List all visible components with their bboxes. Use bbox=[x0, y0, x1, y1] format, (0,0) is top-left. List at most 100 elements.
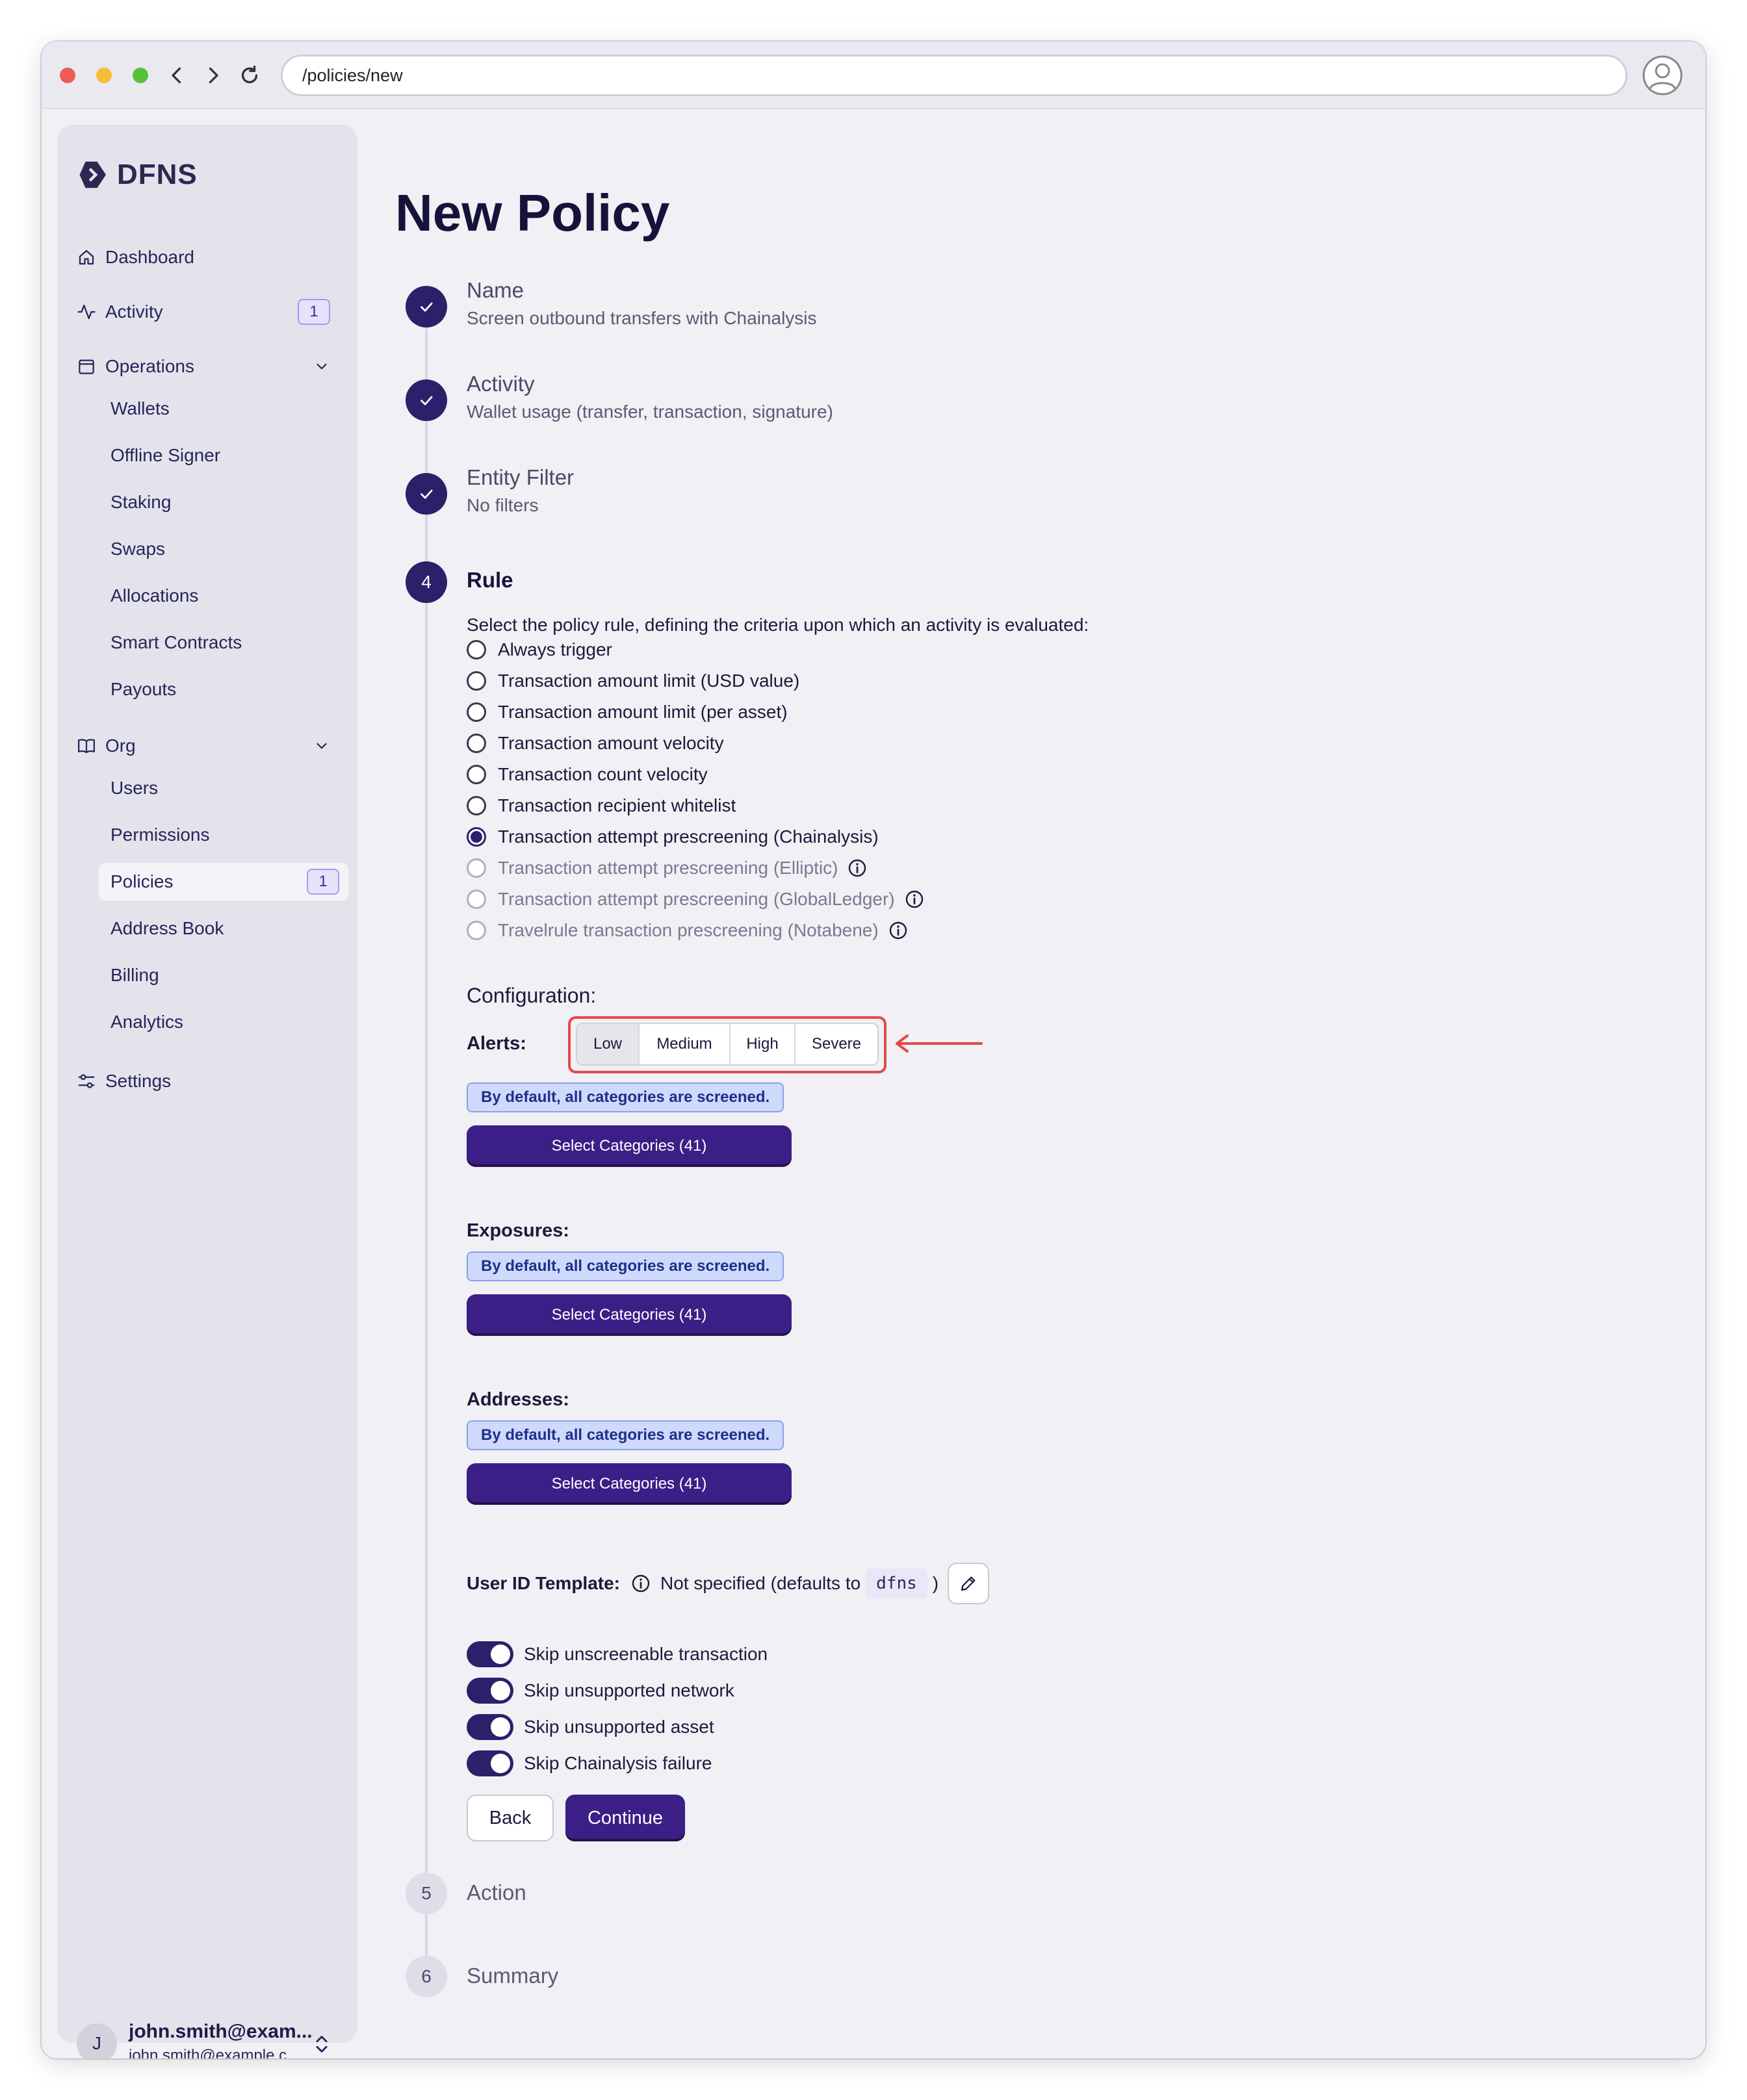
rule-option-label: Transaction attempt prescreening (Ellipt… bbox=[498, 858, 838, 878]
toggle-skip-unsupported-asset[interactable]: Skip unsupported asset bbox=[467, 1713, 714, 1741]
sidebar-item-payouts[interactable]: Payouts bbox=[99, 671, 348, 708]
toggle-skip-unsupported-network[interactable]: Skip unsupported network bbox=[467, 1676, 734, 1705]
user-name: john.smith@exam... bbox=[129, 2021, 313, 2042]
rule-option-count-velocity[interactable]: Transaction count velocity bbox=[467, 762, 708, 788]
sidebar-item-label: Policies bbox=[110, 871, 174, 891]
dfns-logo[interactable]: DFNS bbox=[77, 157, 198, 192]
step-3-complete-indicator bbox=[406, 473, 447, 515]
sidebar-item-address-book[interactable]: Address Book bbox=[99, 910, 348, 947]
minimize-window-dot[interactable] bbox=[96, 68, 112, 83]
alert-level-low[interactable]: Low bbox=[577, 1024, 640, 1064]
sidebar-item-analytics[interactable]: Analytics bbox=[99, 1003, 348, 1041]
account-icon[interactable] bbox=[1642, 55, 1683, 96]
sidebar: DFNS Dashboard Activity 1 Operations Wal… bbox=[57, 125, 357, 2058]
step-3-title[interactable]: Entity Filter bbox=[467, 465, 574, 490]
sidebar-item-policies[interactable]: Policies 1 bbox=[99, 863, 348, 901]
rule-option-amount-limit-asset[interactable]: Transaction amount limit (per asset) bbox=[467, 699, 788, 725]
continue-button[interactable]: Continue bbox=[565, 1795, 685, 1841]
user-id-template-default-code: dfns bbox=[866, 1569, 927, 1598]
radio-button[interactable] bbox=[467, 765, 486, 784]
rule-option-label: Always trigger bbox=[498, 639, 612, 659]
user-id-template-close-paren: ) bbox=[932, 1573, 939, 1593]
sidebar-item-offline-signer[interactable]: Offline Signer bbox=[99, 437, 348, 474]
sidebar-item-billing[interactable]: Billing bbox=[99, 956, 348, 994]
chevron-down-icon[interactable] bbox=[313, 358, 330, 375]
alert-level-segmented-control[interactable]: Low Medium High Severe bbox=[576, 1023, 879, 1066]
sidebar-item-settings[interactable]: Settings bbox=[77, 1063, 339, 1099]
rule-option-label: Transaction attempt prescreening (Global… bbox=[498, 889, 895, 909]
addresses-select-categories-button[interactable]: Select Categories (41) bbox=[467, 1463, 792, 1505]
book-icon bbox=[77, 736, 96, 756]
chevron-down-icon[interactable] bbox=[313, 737, 330, 754]
forward-arrow-icon[interactable] bbox=[196, 58, 230, 92]
rule-option-amount-limit-usd[interactable]: Transaction amount limit (USD value) bbox=[467, 668, 799, 694]
info-icon[interactable] bbox=[888, 920, 909, 941]
step-6-indicator: 6 bbox=[406, 1956, 447, 1997]
info-icon[interactable] bbox=[630, 1573, 651, 1594]
close-window-dot[interactable] bbox=[60, 68, 75, 83]
back-button[interactable]: Back bbox=[467, 1795, 554, 1841]
policies-count-badge: 1 bbox=[307, 869, 339, 895]
user-id-template-label: User ID Template: bbox=[467, 1573, 620, 1593]
user-account-menu[interactable]: J john.smith@exam... john.smith@example.… bbox=[77, 2017, 339, 2058]
radio-button[interactable] bbox=[467, 702, 486, 722]
sidebar-item-activity[interactable]: Activity 1 bbox=[77, 294, 339, 330]
sidebar-item-operations[interactable]: Operations bbox=[77, 348, 339, 385]
annotation-arrow-icon bbox=[896, 1034, 983, 1053]
sidebar-item-swaps[interactable]: Swaps bbox=[99, 530, 348, 568]
avatar: J bbox=[77, 2023, 117, 2058]
toggle-switch-on[interactable] bbox=[467, 1678, 513, 1704]
rule-option-notabene: Travelrule transaction prescreening (Not… bbox=[467, 917, 909, 943]
main-content: New Policy Name Screen outbound transfer… bbox=[380, 125, 1679, 2048]
address-bar[interactable]: /policies/new bbox=[281, 55, 1627, 96]
rule-option-chainalysis[interactable]: Transaction attempt prescreening (Chaina… bbox=[467, 824, 879, 850]
step-1-complete-indicator bbox=[406, 286, 447, 327]
radio-button[interactable] bbox=[467, 796, 486, 815]
radio-button[interactable] bbox=[467, 640, 486, 659]
exposures-select-categories-button[interactable]: Select Categories (41) bbox=[467, 1294, 792, 1336]
step-4-indicator: 4 bbox=[406, 561, 447, 603]
alerts-select-categories-button[interactable]: Select Categories (41) bbox=[467, 1125, 792, 1167]
sidebar-item-wallets[interactable]: Wallets bbox=[99, 390, 348, 428]
toggle-switch-on[interactable] bbox=[467, 1750, 513, 1776]
reload-icon[interactable] bbox=[233, 58, 266, 92]
sidebar-item-smart-contracts[interactable]: Smart Contracts bbox=[99, 624, 348, 661]
toggle-skip-chainalysis-failure[interactable]: Skip Chainalysis failure bbox=[467, 1749, 712, 1778]
sidebar-item-permissions[interactable]: Permissions bbox=[99, 816, 348, 854]
url-text: /policies/new bbox=[302, 65, 403, 85]
rule-option-recipient-whitelist[interactable]: Transaction recipient whitelist bbox=[467, 793, 736, 819]
toggle-switch-on[interactable] bbox=[467, 1714, 513, 1740]
rule-option-label: Transaction count velocity bbox=[498, 764, 708, 784]
toggle-skip-unscreenable[interactable]: Skip unscreenable transaction bbox=[467, 1640, 768, 1669]
info-icon[interactable] bbox=[904, 889, 925, 910]
step-1-title[interactable]: Name bbox=[467, 278, 524, 303]
sidebar-item-dashboard[interactable]: Dashboard bbox=[77, 239, 339, 275]
edit-user-id-template-button[interactable] bbox=[948, 1563, 990, 1604]
alert-level-severe[interactable]: Severe bbox=[796, 1024, 877, 1064]
toggle-label: Skip unscreenable transaction bbox=[524, 1644, 768, 1664]
rule-option-globalledger: Transaction attempt prescreening (Global… bbox=[467, 886, 925, 912]
sidebar-item-users[interactable]: Users bbox=[99, 769, 348, 807]
sidebar-item-org[interactable]: Org bbox=[77, 728, 339, 764]
toggle-switch-on[interactable] bbox=[467, 1641, 513, 1667]
back-arrow-icon[interactable] bbox=[160, 58, 194, 92]
alert-level-medium[interactable]: Medium bbox=[640, 1024, 731, 1064]
step-2-title[interactable]: Activity bbox=[467, 372, 535, 396]
dfns-logo-icon bbox=[79, 161, 106, 188]
rule-option-amount-velocity[interactable]: Transaction amount velocity bbox=[467, 730, 724, 756]
radio-button-selected[interactable] bbox=[467, 827, 486, 847]
sidebar-item-allocations[interactable]: Allocations bbox=[99, 577, 348, 615]
toggle-label: Skip Chainalysis failure bbox=[524, 1753, 712, 1773]
radio-button[interactable] bbox=[467, 671, 486, 691]
alert-level-high[interactable]: High bbox=[731, 1024, 796, 1064]
exposures-label: Exposures: bbox=[467, 1220, 569, 1241]
maximize-window-dot[interactable] bbox=[133, 68, 148, 83]
rule-option-always-trigger[interactable]: Always trigger bbox=[467, 637, 612, 663]
sidebar-item-staking[interactable]: Staking bbox=[99, 483, 348, 521]
radio-button[interactable] bbox=[467, 734, 486, 753]
home-icon bbox=[77, 248, 96, 267]
info-icon[interactable] bbox=[847, 858, 868, 878]
rule-option-elliptic: Transaction attempt prescreening (Ellipt… bbox=[467, 855, 868, 881]
browser-titlebar: /policies/new bbox=[42, 42, 1705, 109]
sidebar-item-label: Dashboard bbox=[105, 247, 194, 267]
